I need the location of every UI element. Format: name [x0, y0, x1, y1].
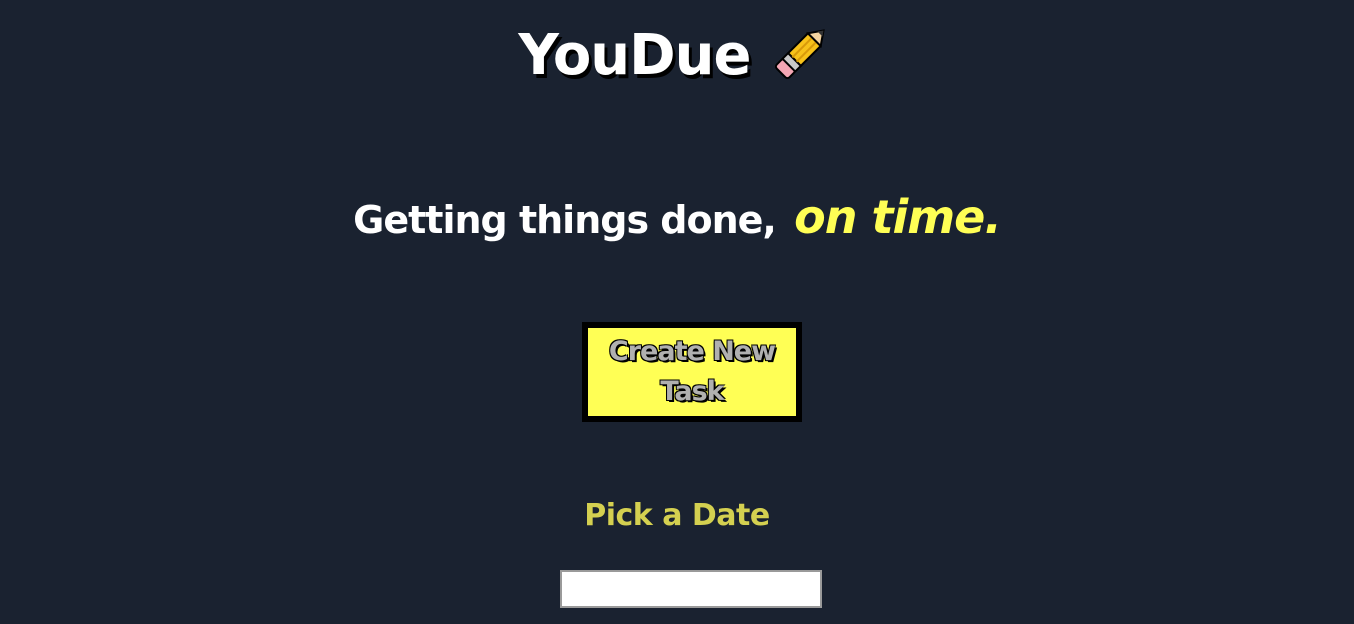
page: YouDue Getting things done, on time. Cre…	[0, 0, 1354, 624]
app-header: YouDue	[0, 22, 1354, 88]
create-new-task-button[interactable]: Create New Task	[582, 322, 802, 422]
tagline-emphasis: on time.	[794, 190, 1002, 244]
date-input[interactable]	[560, 570, 822, 608]
pick-date-label: Pick a Date	[584, 498, 770, 533]
create-new-task-label: Create New Task	[608, 336, 776, 407]
tagline: Getting things done, on time.	[0, 190, 1354, 244]
app-title: YouDue	[518, 22, 751, 88]
tagline-text: Getting things done,	[353, 198, 777, 242]
pencil-icon	[770, 18, 836, 84]
